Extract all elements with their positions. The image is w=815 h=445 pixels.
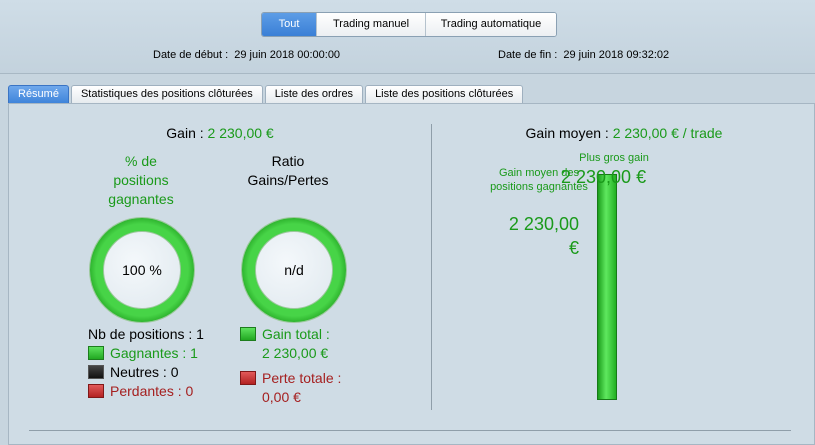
summary-panel: Gain : 2 230,00 € % de positions gagnant…: [8, 103, 815, 445]
max-gain-bar: [597, 174, 617, 400]
winning-swatch: [88, 346, 104, 360]
tab-closed-positions-list[interactable]: Liste des positions clôturées: [365, 85, 524, 103]
tab-orders-list[interactable]: Liste des ordres: [264, 85, 364, 103]
end-date-value: 29 juin 2018 09:32:02: [563, 49, 670, 61]
total-gain-swatch: [240, 327, 256, 341]
average-gain: Gain moyen : 2 230,00 € / trade: [432, 125, 815, 141]
ratio-value: n/d: [255, 231, 333, 309]
max-gain-value: 2 230,00 €: [561, 167, 647, 187]
ratio-donut: n/d: [242, 218, 346, 322]
filter-automatic-button[interactable]: Trading automatique: [426, 13, 556, 36]
average-gain-value: 2 230,00 € / trade: [612, 125, 723, 141]
total-gain-value: 2 230,00 €: [262, 345, 329, 361]
gain-summary: Gain : 2 230,00 €: [9, 125, 431, 141]
neutral-swatch: [88, 365, 104, 379]
positions-count: Nb de positions : 1: [88, 326, 204, 342]
end-date-label: Date de fin :: [498, 49, 558, 61]
start-date-label: Date de début :: [153, 49, 229, 61]
neutral-label: Neutres : 0: [110, 364, 179, 380]
losing-swatch: [88, 384, 104, 398]
gain-value: 2 230,00 €: [207, 125, 274, 141]
win-rate-title: % de positions gagnantes: [108, 153, 174, 207]
total-gain-label: Gain total :: [262, 326, 330, 342]
win-rate-donut: 100 %: [90, 218, 194, 322]
report-tabs: Résumé Statistiques des positions clôtur…: [8, 85, 525, 103]
tab-closed-positions-stats[interactable]: Statistiques des positions clôturées: [70, 85, 263, 103]
horizontal-divider: [29, 430, 791, 431]
trading-type-filter: Tout Trading manuel Trading automatique: [261, 12, 557, 37]
total-loss-label: Perte totale :: [262, 370, 342, 386]
total-loss-value: 0,00 €: [262, 389, 301, 405]
total-gain: Gain total :: [240, 325, 330, 344]
filter-manual-button[interactable]: Trading manuel: [317, 13, 426, 36]
losing-positions: Perdantes : 0: [88, 382, 193, 401]
end-date: Date de fin : 29 juin 2018 09:32:02: [498, 49, 669, 61]
winning-positions: Gagnantes : 1: [88, 344, 198, 363]
win-rate-value: 100 %: [103, 231, 181, 309]
vertical-divider: [431, 124, 432, 410]
ratio-title: Ratio Gains/Pertes: [247, 153, 329, 188]
start-date: Date de début : 29 juin 2018 00:00:00: [153, 49, 340, 61]
start-date-value: 29 juin 2018 00:00:00: [234, 49, 341, 61]
gain-label: Gain :: [166, 125, 204, 141]
filter-all-button[interactable]: Tout: [262, 13, 317, 36]
winning-label: Gagnantes : 1: [110, 345, 198, 361]
filter-bar: Tout Trading manuel Trading automatique …: [0, 0, 815, 74]
average-gain-label: Gain moyen :: [525, 125, 609, 141]
losing-label: Perdantes : 0: [110, 383, 194, 399]
tab-summary[interactable]: Résumé: [8, 85, 69, 103]
total-loss: Perte totale :: [240, 369, 341, 388]
max-gain-label: Plus gros gain: [579, 152, 649, 164]
total-loss-swatch: [240, 371, 256, 385]
neutral-positions: Neutres : 0: [88, 363, 178, 382]
avg-win-value: 2 230,00 €: [508, 214, 579, 258]
